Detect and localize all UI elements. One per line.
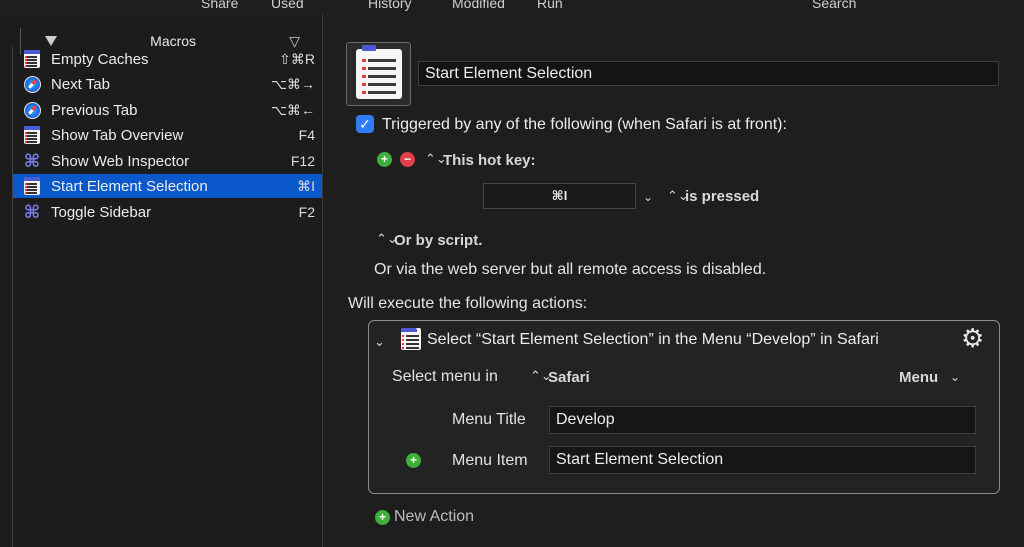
safari-icon (23, 101, 41, 119)
list-icon (24, 50, 40, 68)
hotkey-field[interactable]: ⌘I (483, 183, 636, 209)
or-by-script-popup[interactable]: Or by script. (394, 232, 482, 249)
menu-item-field[interactable]: Start Element Selection (549, 446, 976, 474)
add-trigger-button[interactable]: + (377, 152, 392, 167)
macro-editor: Start Element Selection ✓ Triggered by a… (323, 14, 1024, 547)
toolbar-used-label[interactable]: Used (271, 0, 304, 11)
remove-trigger-button[interactable]: − (400, 152, 415, 167)
macro-item-empty-caches[interactable]: Empty Caches ⇧⌘R (13, 47, 323, 71)
macro-item-shortcut: ⌥⌘← (270, 101, 315, 118)
list-icon (355, 45, 402, 99)
macro-item-name: Start Element Selection (51, 177, 208, 195)
macro-list: Empty Caches ⇧⌘R Next Tab ⌥⌘→ Previous T… (12, 47, 323, 547)
disclosure-chevron-icon[interactable]: ⌄ (374, 334, 385, 350)
toolbar-labels: Share Used History Modified Run Search (0, 0, 1024, 14)
safari-icon (23, 75, 41, 93)
command-icon: ⌘ (23, 151, 41, 171)
macro-item-shortcut: F12 (290, 153, 315, 169)
new-action-button[interactable]: New Action (394, 508, 474, 526)
macro-item-show-tab-overview[interactable]: Show Tab Overview F4 (13, 123, 323, 147)
macro-item-shortcut: F2 (298, 204, 315, 220)
chevron-down-icon[interactable]: ⌄ (950, 370, 960, 384)
chevron-down-icon[interactable]: ⌄ (643, 190, 653, 204)
macro-item-previous-tab[interactable]: Previous Tab ⌥⌘← (13, 98, 323, 122)
collapse-triangle-icon[interactable] (45, 36, 57, 46)
toolbar-history-label[interactable]: History (368, 0, 412, 11)
new-action-plus-icon[interactable]: + (375, 510, 390, 525)
toolbar-search-label[interactable]: Search (812, 0, 856, 11)
trigger-checkbox[interactable]: ✓ (356, 115, 374, 133)
menu-button[interactable]: Menu (899, 369, 938, 386)
hotkey-trigger-label[interactable]: This hot key: (443, 152, 536, 169)
command-icon: ⌘ (23, 202, 41, 222)
list-icon (401, 328, 421, 350)
menu-title-label: Menu Title (452, 411, 526, 428)
action-select-menu[interactable]: ⌄ Select “Start Element Selection” in th… (368, 320, 1000, 494)
macro-item-name: Previous Tab (51, 101, 138, 119)
web-server-text: Or via the web server but all remote acc… (374, 261, 767, 278)
is-pressed-popup[interactable]: is pressed (685, 188, 759, 205)
target-app-popup[interactable]: Safari (548, 369, 590, 386)
list-icon (24, 126, 40, 144)
macro-name-field[interactable]: Start Element Selection (418, 61, 999, 86)
toolbar-modified-label[interactable]: Modified (452, 0, 505, 11)
action-title: Select “Start Element Selection” in the … (427, 331, 879, 348)
macro-item-shortcut: ⌥⌘→ (270, 75, 315, 92)
list-icon (24, 177, 40, 195)
macro-icon-well[interactable] (346, 42, 411, 106)
toolbar-share-label[interactable]: Share (201, 0, 238, 11)
menu-title-field[interactable]: Develop (549, 406, 976, 434)
add-menu-item-button[interactable]: + (406, 453, 421, 468)
trigger-description: Triggered by any of the following (when … (382, 116, 787, 133)
will-execute-heading: Will execute the following actions: (348, 295, 588, 312)
macros-pane: Macros ▽ Empty Caches ⇧⌘R Next Tab ⌥⌘→ P… (0, 14, 323, 547)
macro-item-name: Next Tab (51, 75, 110, 93)
macro-item-shortcut: ⇧⌘R (279, 50, 315, 67)
macro-item-show-web-inspector[interactable]: ⌘ Show Web Inspector F12 (13, 149, 323, 173)
macro-item-name: Show Tab Overview (51, 126, 184, 144)
toolbar-run-label[interactable]: Run (537, 0, 563, 11)
menu-item-label: Menu Item (452, 452, 528, 469)
select-menu-in-label: Select menu in (392, 368, 498, 385)
macro-item-shortcut: F4 (298, 127, 315, 143)
macro-item-name: Toggle Sidebar (51, 203, 152, 221)
macro-item-start-element-selection[interactable]: Start Element Selection ⌘I (13, 174, 323, 198)
macro-item-toggle-sidebar[interactable]: ⌘ Toggle Sidebar F2 (13, 200, 323, 224)
macro-item-name: Empty Caches (51, 50, 149, 68)
macro-item-name: Show Web Inspector (51, 152, 190, 170)
gear-icon[interactable]: ⚙ (961, 325, 984, 351)
macro-item-next-tab[interactable]: Next Tab ⌥⌘→ (13, 72, 323, 96)
macro-item-shortcut: ⌘I (297, 177, 315, 194)
